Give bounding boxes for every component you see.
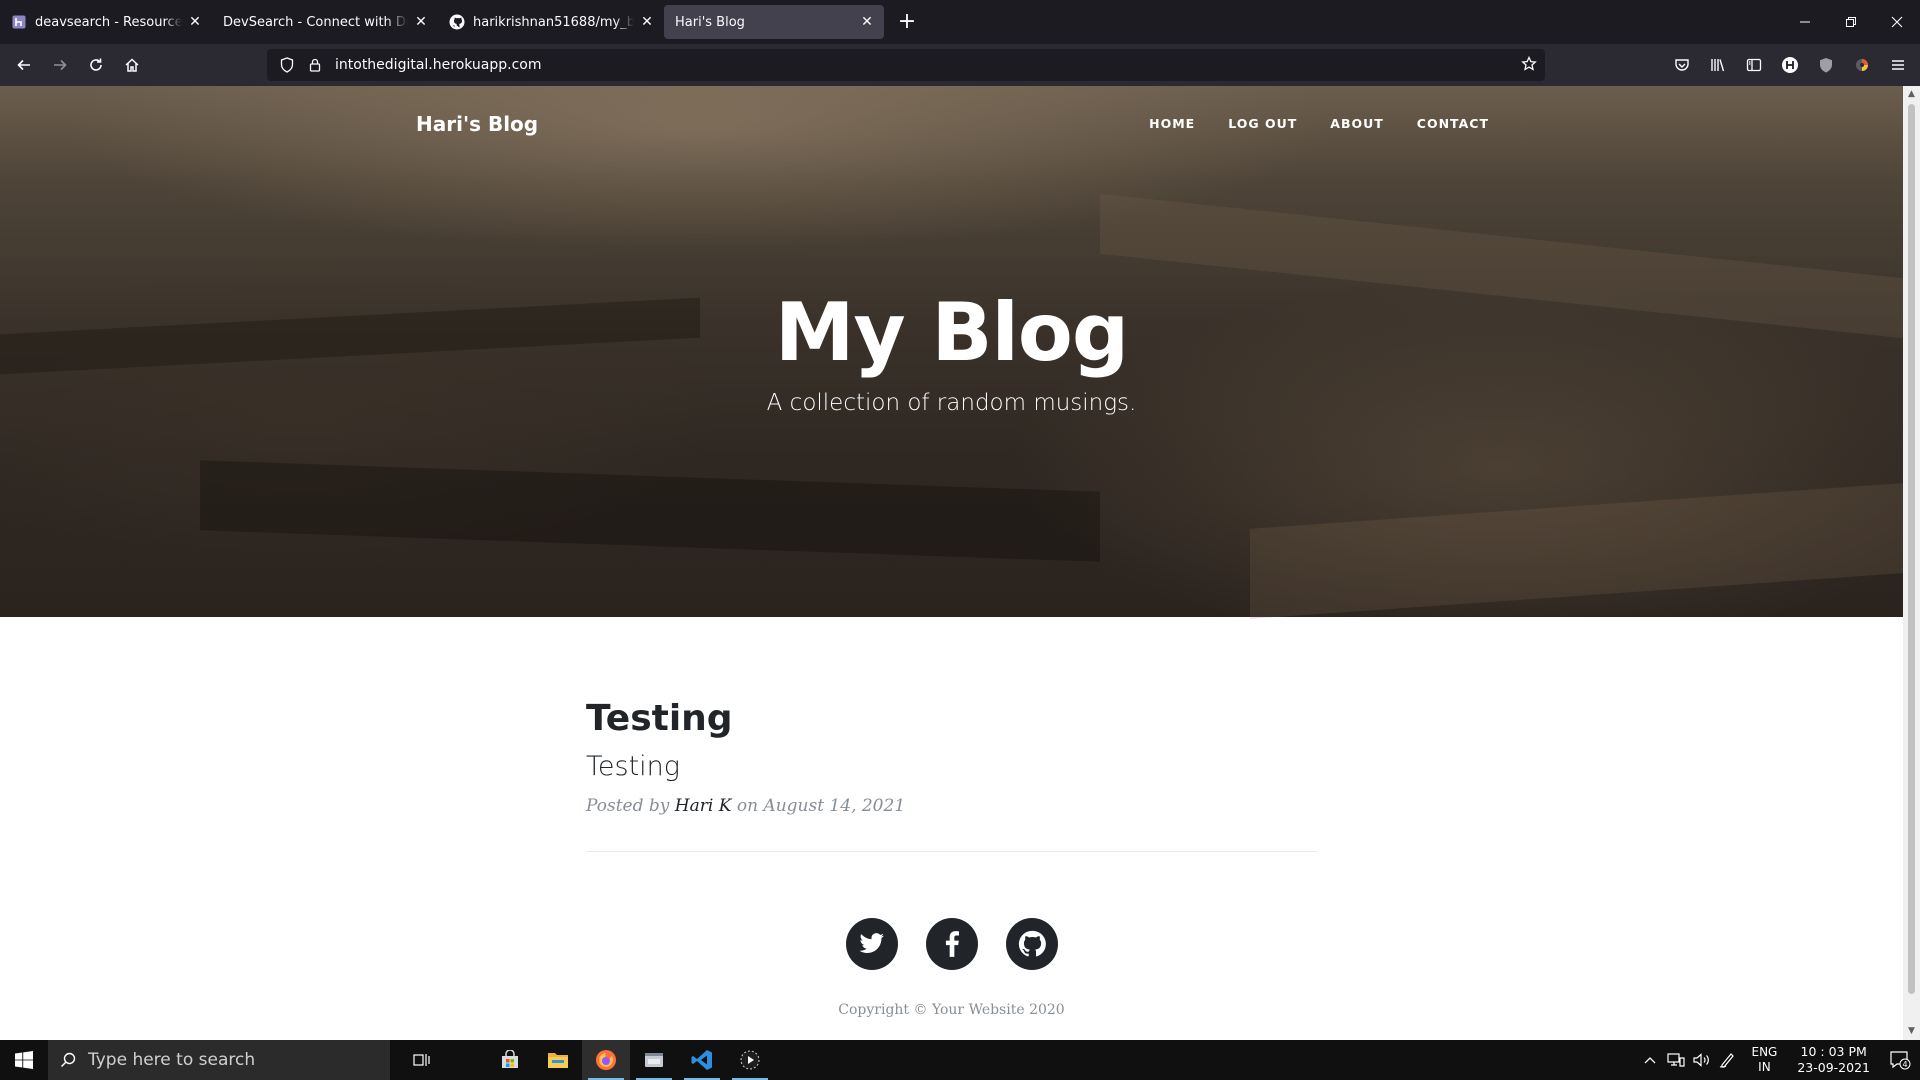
divider <box>586 851 1317 852</box>
hero-subtitle: A collection of random musings. <box>766 390 1137 416</box>
close-tab-icon[interactable]: ✕ <box>639 14 655 30</box>
task-view-icon[interactable] <box>398 1040 446 1080</box>
facebook-icon[interactable] <box>925 918 978 970</box>
social-links <box>0 918 1903 970</box>
close-tab-icon[interactable]: ✕ <box>859 14 875 30</box>
post-meta: Posted by Hari K on August 14, 2021 <box>586 796 1317 816</box>
firefox-icon[interactable] <box>582 1040 630 1080</box>
twitter-icon[interactable] <box>845 918 898 970</box>
meta-date: on August 14, 2021 <box>736 796 906 816</box>
hero-title: My Blog <box>774 286 1129 379</box>
search-placeholder: Type here to search <box>88 1050 256 1070</box>
tab-title: DevSearch - Connect with Develope <box>223 14 408 30</box>
taskbar: Type here to search ENG IN 10: 03 PM 23… <box>0 1040 1920 1080</box>
shield-icon[interactable] <box>273 57 301 73</box>
sidebar-icon[interactable] <box>1736 49 1772 81</box>
scroll-down-icon[interactable]: ▼ <box>1906 1026 1917 1037</box>
pen-icon[interactable] <box>1717 1052 1739 1068</box>
site-brand[interactable]: Hari's Blog <box>416 112 538 136</box>
search-icon <box>48 1052 88 1068</box>
reload-icon[interactable] <box>78 49 114 81</box>
navigation-toolbar: intothedigital.herokuapp.com <box>0 44 1920 86</box>
post-subtitle[interactable]: Testing <box>586 751 1317 782</box>
nav-logout[interactable]: LOG OUT <box>1228 116 1297 131</box>
clock-time: 10 : 03 PM <box>1800 1044 1867 1059</box>
address-bar[interactable]: intothedigital.herokuapp.com <box>267 49 1545 81</box>
close-tab-icon[interactable]: ✕ <box>187 14 203 30</box>
page-viewport: Hari's Blog HOME LOG OUT ABOUT CONTACT M… <box>0 86 1903 1040</box>
window-controls <box>1782 0 1920 44</box>
file-explorer-icon[interactable] <box>534 1040 582 1080</box>
site-navbar: Hari's Blog HOME LOG OUT ABOUT CONTACT <box>0 106 1903 152</box>
tab-heroku[interactable]: deavsearch - Resources | Heroku ✕ <box>0 5 212 39</box>
bookmark-star-icon[interactable] <box>1521 55 1537 76</box>
nav-contact[interactable]: CONTACT <box>1417 116 1489 131</box>
app-window-icon[interactable] <box>630 1040 678 1080</box>
new-tab-button[interactable]: + <box>890 5 924 39</box>
forward-icon[interactable] <box>42 49 78 81</box>
tab-title: harikrishnan51688/my_blog: Blo <box>473 14 634 30</box>
home-icon[interactable] <box>114 49 150 81</box>
restore-icon[interactable] <box>1828 0 1874 44</box>
scroll-up-icon[interactable]: ▲ <box>1906 89 1917 100</box>
notification-count: 4 <box>1902 1060 1907 1069</box>
tab-title: deavsearch - Resources | Heroku <box>35 14 182 30</box>
copyright-text: Copyright © Your Website 2020 <box>838 1002 1065 1018</box>
close-tab-icon[interactable]: ✕ <box>413 14 429 30</box>
vscode-icon[interactable] <box>678 1040 726 1080</box>
lang-top: ENG <box>1751 1045 1778 1059</box>
tab-github[interactable]: harikrishnan51688/my_blog: Blo ✕ <box>438 5 664 39</box>
site-menu: HOME LOG OUT ABOUT CONTACT <box>1116 116 1489 131</box>
tab-strip: deavsearch - Resources | Heroku ✕ DevSea… <box>0 0 1920 44</box>
tab-haris-blog[interactable]: Hari's Blog ✕ <box>664 5 884 39</box>
github-icon[interactable] <box>1005 918 1058 970</box>
tab-devsearch[interactable]: DevSearch - Connect with Develope ✕ <box>212 5 438 39</box>
back-icon[interactable] <box>6 49 42 81</box>
language-indicator[interactable]: ENG IN <box>1751 1045 1777 1075</box>
account-h-icon[interactable] <box>1772 49 1808 81</box>
post-title[interactable]: Testing <box>586 698 1317 739</box>
nav-about[interactable]: ABOUT <box>1330 116 1384 131</box>
notification-center-icon[interactable]: 4 <box>1880 1050 1920 1070</box>
library-icon[interactable] <box>1700 49 1736 81</box>
page-scrollbar[interactable]: ▲ ▼ <box>1903 86 1920 1040</box>
clock-date: 23-09-2021 <box>1797 1060 1870 1075</box>
privacy-shield-icon[interactable] <box>1808 49 1844 81</box>
post-preview[interactable]: Testing Testing Posted by Hari K on Augu… <box>586 698 1317 816</box>
masthead: Hari's Blog HOME LOG OUT ABOUT CONTACT M… <box>0 86 1903 619</box>
url-text[interactable]: intothedigital.herokuapp.com <box>335 57 542 73</box>
clock[interactable]: 10 : 03 PM 23-09-2021 <box>1797 1044 1870 1076</box>
minimize-icon[interactable] <box>1782 0 1828 44</box>
windows-start-icon[interactable] <box>0 1040 48 1080</box>
chevron-up-icon[interactable] <box>1639 1056 1661 1064</box>
color-extension-icon[interactable] <box>1844 49 1880 81</box>
store-icon[interactable] <box>486 1040 534 1080</box>
volume-icon[interactable] <box>1691 1053 1713 1067</box>
toolbar-extensions <box>1664 44 1920 86</box>
tab-title: Hari's Blog <box>675 14 745 30</box>
lock-icon[interactable] <box>301 58 329 72</box>
github-icon <box>449 14 465 30</box>
meta-prefix: Posted by <box>586 796 670 816</box>
close-window-icon[interactable] <box>1874 0 1920 44</box>
system-tray: ENG IN 10 : 03 PM 23-09-2021 4 <box>1637 1040 1920 1080</box>
post-author-link[interactable]: Hari K <box>675 796 732 816</box>
lang-bottom: IN <box>1758 1060 1771 1074</box>
network-icon[interactable] <box>1665 1053 1687 1067</box>
nav-home[interactable]: HOME <box>1149 116 1195 131</box>
media-player-icon[interactable] <box>726 1040 774 1080</box>
scrollbar-thumb[interactable] <box>1908 104 1915 994</box>
taskbar-search[interactable]: Type here to search <box>48 1040 390 1080</box>
heroku-icon <box>11 14 27 30</box>
pocket-icon[interactable] <box>1664 49 1700 81</box>
menu-hamburger-icon[interactable] <box>1880 49 1916 81</box>
